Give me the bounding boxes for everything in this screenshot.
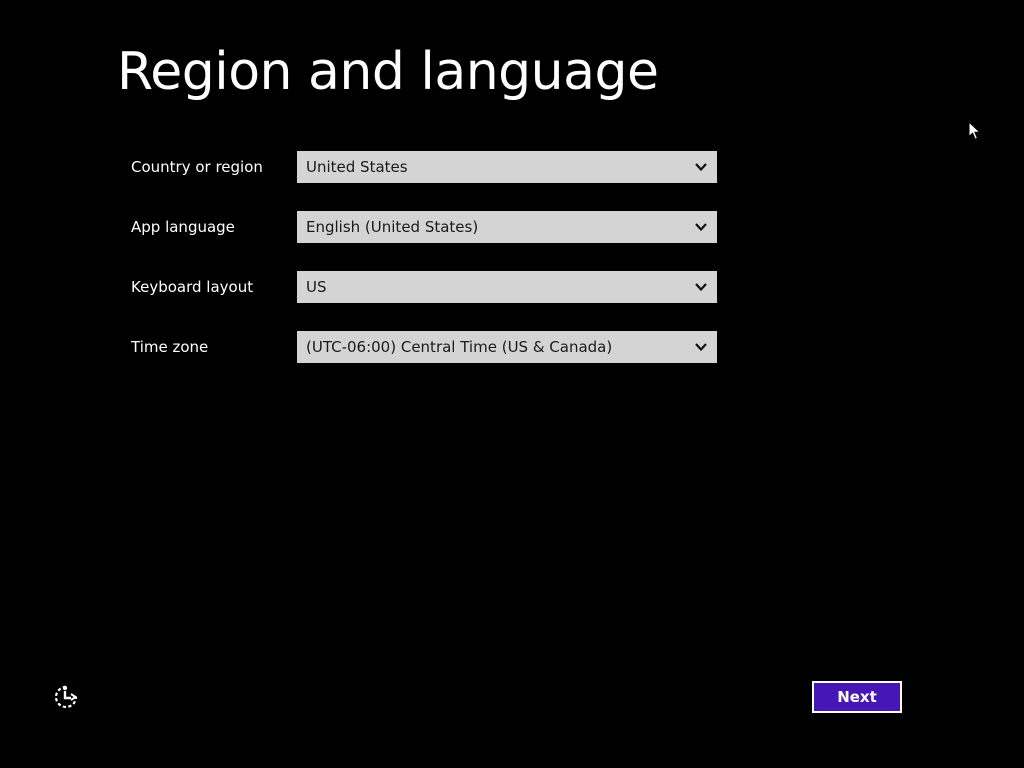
ease-of-access-button[interactable] [52,683,80,711]
country-select[interactable]: United States [297,151,717,183]
keyboard-layout-label: Keyboard layout [131,278,254,296]
country-select-value: United States [306,158,408,176]
app-language-label: App language [131,218,235,236]
app-language-select[interactable]: English (United States) [297,211,717,243]
time-zone-select-value: (UTC-06:00) Central Time (US & Canada) [306,338,613,356]
time-zone-row: Time zone (UTC-06:00) Central Time (US &… [131,331,717,363]
chevron-down-icon [695,283,707,292]
keyboard-layout-select[interactable]: US [297,271,717,303]
app-language-select-value: English (United States) [306,218,479,236]
next-button[interactable]: Next [812,681,902,713]
mouse-cursor-icon [968,121,982,140]
chevron-down-icon [695,343,707,352]
country-label: Country or region [131,158,263,176]
chevron-down-icon [695,223,707,232]
ease-of-access-icon [54,685,78,709]
country-row: Country or region United States [131,151,717,183]
time-zone-label: Time zone [131,338,209,356]
keyboard-layout-select-value: US [306,278,327,296]
page-title: Region and language [117,42,659,102]
app-language-row: App language English (United States) [131,211,717,243]
keyboard-layout-row: Keyboard layout US [131,271,717,303]
chevron-down-icon [695,163,707,172]
time-zone-select[interactable]: (UTC-06:00) Central Time (US & Canada) [297,331,717,363]
setup-page: Region and language Country or region Un… [0,0,1024,768]
